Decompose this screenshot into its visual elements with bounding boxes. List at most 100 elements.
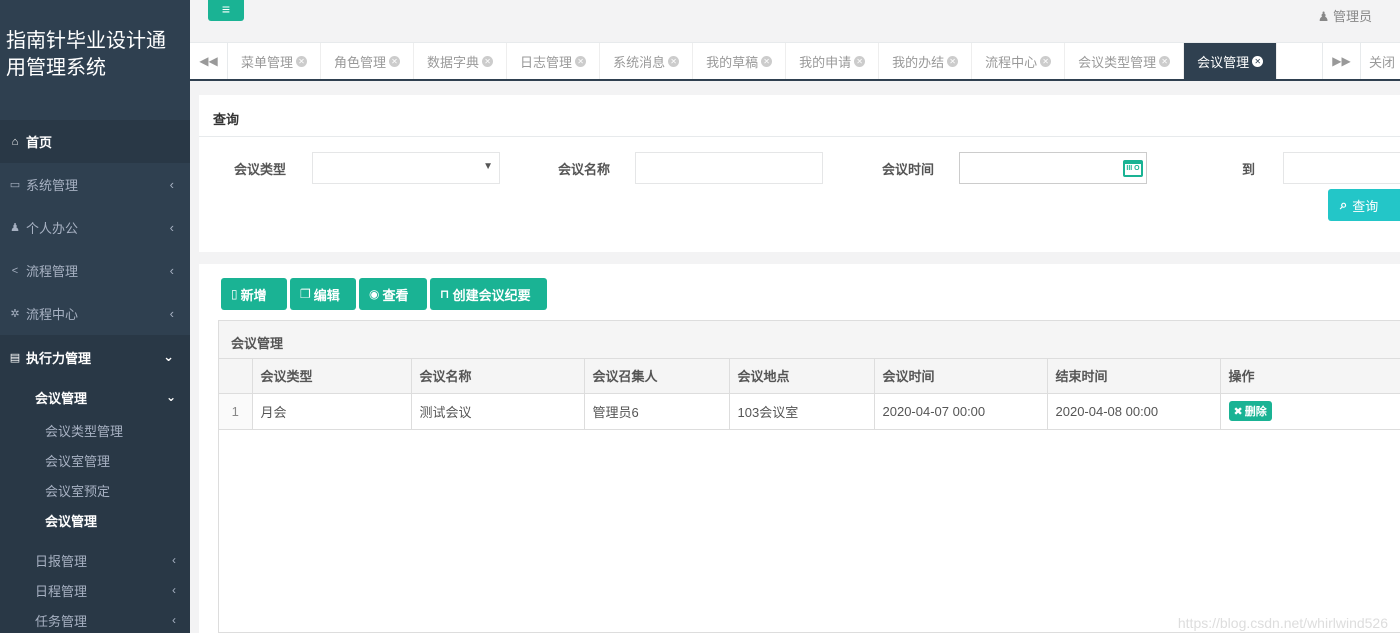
sidebar-subsub-room-booking[interactable]: 会议室预定 bbox=[0, 475, 190, 505]
double-chevron-right-icon: ▶▶ bbox=[1332, 54, 1351, 68]
sidebar-item-label: 首页 bbox=[26, 135, 53, 150]
column-header[interactable]: 会议召集人 bbox=[584, 359, 730, 394]
tab-log[interactable]: 日志管理 ✕ bbox=[507, 43, 601, 79]
column-header[interactable]: 结束时间 bbox=[1047, 359, 1221, 394]
sidebar-item-process[interactable]: < 流程管理 ‹ bbox=[0, 249, 190, 292]
sidebar-item-home[interactable]: ⌂ 首页 bbox=[0, 120, 190, 163]
to-label: 到 bbox=[1242, 162, 1256, 177]
meeting-table: 会议类型 会议名称 会议召集人 会议地点 会议时间 结束时间 操作 1 月会 测… bbox=[219, 359, 1400, 430]
close-icon[interactable]: ✕ bbox=[389, 55, 401, 67]
close-icon[interactable]: ✕ bbox=[1252, 55, 1264, 67]
tab-label: 菜单管理 bbox=[241, 54, 294, 70]
create-minutes-button[interactable]: ⊓ 创建会议纪要 bbox=[430, 278, 547, 310]
delete-button[interactable]: ✖ 删除 bbox=[1228, 401, 1272, 421]
add-button-label: 新增 bbox=[240, 287, 267, 303]
tab-scroll-right-button[interactable]: ▶▶ bbox=[1322, 43, 1360, 79]
close-icon[interactable]: ✕ bbox=[296, 55, 308, 67]
view-button-label: 查看 bbox=[382, 287, 409, 303]
sidebar-sub-schedule[interactable]: 日程管理 ‹ bbox=[0, 575, 190, 605]
close-icon[interactable]: ✕ bbox=[1159, 55, 1171, 67]
tab-close-menu[interactable]: 关闭 bbox=[1360, 43, 1400, 79]
query-button-label: 查询 bbox=[1352, 198, 1379, 214]
table-header-row: 会议类型 会议名称 会议召集人 会议地点 会议时间 结束时间 操作 bbox=[219, 359, 1400, 394]
tab-scroll-left-button[interactable]: ◀◀ bbox=[190, 43, 228, 79]
sidebar-item-execution[interactable]: ▤ 执行力管理 ⌄ bbox=[0, 335, 190, 379]
column-header[interactable]: 会议类型 bbox=[252, 359, 412, 394]
menu-toggle-button[interactable]: ≡ bbox=[208, 0, 244, 21]
gear-icon: ✲ bbox=[10, 308, 20, 320]
column-header[interactable]: 会议时间 bbox=[874, 359, 1048, 394]
sidebar-sub-label: 日报管理 bbox=[35, 553, 88, 569]
tab-dict[interactable]: 数据字典 ✕ bbox=[414, 43, 508, 79]
tab-label: 我的草稿 bbox=[706, 54, 759, 70]
tab-label: 我的申请 bbox=[799, 54, 852, 70]
tab-process-center[interactable]: 流程中心 ✕ bbox=[972, 43, 1066, 79]
sidebar-sub-meeting[interactable]: 会议管理 ⌄ bbox=[0, 379, 190, 415]
user-icon: ♟ bbox=[1317, 9, 1330, 24]
meeting-type-select[interactable]: ▼ bbox=[312, 152, 500, 184]
sidebar-item-label: 执行力管理 bbox=[26, 350, 92, 366]
tab-label: 会议管理 bbox=[1197, 54, 1250, 70]
query-button[interactable]: ⌕ 查询 bbox=[1328, 189, 1400, 221]
home-icon: ⌂ bbox=[11, 135, 19, 148]
close-icon[interactable]: ✕ bbox=[854, 55, 866, 67]
sidebar-subsub-meeting-type[interactable]: 会议类型管理 bbox=[0, 415, 190, 445]
hamburger-icon: ≡ bbox=[221, 1, 231, 17]
create-minutes-button-label: 创建会议纪要 bbox=[452, 287, 531, 303]
view-button[interactable]: ◉ 查看 bbox=[359, 278, 427, 310]
meeting-name-input[interactable] bbox=[635, 152, 823, 184]
sidebar-item-system[interactable]: ▭ 系统管理 ‹ bbox=[0, 163, 190, 206]
tab-meeting[interactable]: 会议管理 ✕ bbox=[1184, 43, 1278, 79]
calendar-icon[interactable]: III O bbox=[1123, 160, 1143, 177]
edit-button[interactable]: ❐ 编辑 bbox=[290, 278, 356, 310]
user-menu[interactable]: ♟ 管理员 bbox=[1318, 6, 1372, 25]
sidebar-sub-daily[interactable]: 日报管理 ‹ bbox=[0, 545, 190, 575]
tab-bar: ◀◀ 菜单管理 ✕ 角色管理 ✕ 数据字典 ✕ 日志管理 ✕ 系统消息 ✕ 我的草稿 ✕ 我… bbox=[190, 43, 1400, 81]
sidebar-item-label: 个人办公 bbox=[26, 221, 79, 236]
bookmark-icon: ⊓ bbox=[440, 287, 450, 301]
tab-done[interactable]: 我的办结 ✕ bbox=[879, 43, 973, 79]
double-chevron-left-icon: ◀◀ bbox=[199, 54, 218, 68]
chevron-down-icon: ⌄ bbox=[165, 390, 176, 404]
tab-role[interactable]: 角色管理 ✕ bbox=[321, 43, 415, 79]
tab-meeting-type[interactable]: 会议类型管理 ✕ bbox=[1065, 43, 1185, 79]
grid-caption: 会议管理 bbox=[219, 321, 1400, 359]
chevron-left-icon: ‹ bbox=[172, 583, 176, 597]
sidebar-sub-task[interactable]: 任务管理 ‹ bbox=[0, 605, 190, 633]
column-header[interactable]: 会议名称 bbox=[411, 359, 585, 394]
chevron-left-icon: ‹ bbox=[172, 613, 176, 627]
column-header: 操作 bbox=[1220, 359, 1400, 394]
sidebar-subsub-meeting-room[interactable]: 会议室管理 bbox=[0, 445, 190, 475]
close-icon[interactable]: ✕ bbox=[947, 55, 959, 67]
close-icon[interactable]: ✕ bbox=[482, 55, 494, 67]
close-icon[interactable]: ✕ bbox=[1040, 55, 1052, 67]
user-icon: ♟ bbox=[10, 222, 20, 234]
user-name: 管理员 bbox=[1332, 9, 1372, 24]
topbar: ≡ ♟ 管理员 bbox=[190, 0, 1400, 43]
tab-draft[interactable]: 我的草稿 ✕ bbox=[693, 43, 787, 79]
sidebar-subsub-meeting-manage[interactable]: 会议管理 bbox=[0, 505, 190, 535]
main-panel: ▯ 新增 ❐ 编辑 ◉ 查看 ⊓ 创建会议纪要 会议管理 会议类型 会议名称 会议召集人… bbox=[199, 264, 1400, 633]
add-button[interactable]: ▯ 新增 bbox=[221, 278, 287, 310]
sidebar-item-process-center[interactable]: ✲ 流程中心 ‹ bbox=[0, 292, 190, 335]
table-row[interactable]: 1 月会 测试会议 管理员6 103会议室 2020-04-07 00:00 2… bbox=[219, 393, 1400, 430]
tab-menu[interactable]: 菜单管理 ✕ bbox=[228, 43, 322, 79]
cell-start: 2020-04-07 00:00 bbox=[874, 393, 1048, 430]
copy-icon: ❐ bbox=[300, 287, 311, 301]
column-header[interactable]: 会议地点 bbox=[729, 359, 875, 394]
tab-apply[interactable]: 我的申请 ✕ bbox=[786, 43, 880, 79]
monitor-icon: ▭ bbox=[9, 179, 21, 191]
query-panel: 查询 会议类型 ▼ 会议名称 会议时间 III O 到 ⌕ 查询 bbox=[199, 95, 1400, 252]
tab-label: 流程中心 bbox=[985, 54, 1038, 70]
close-icon[interactable]: ✕ bbox=[668, 55, 680, 67]
chevron-left-icon: ‹ bbox=[172, 553, 176, 567]
meeting-time-start-input[interactable]: III O bbox=[959, 152, 1147, 184]
delete-button-label: 删除 bbox=[1244, 406, 1267, 418]
sidebar-item-office[interactable]: ♟ 个人办公 ‹ bbox=[0, 206, 190, 249]
close-icon[interactable]: ✕ bbox=[575, 55, 587, 67]
close-icon[interactable]: ✕ bbox=[761, 55, 773, 67]
chevron-left-icon: ‹ bbox=[169, 306, 174, 321]
meeting-time-end-input[interactable] bbox=[1283, 152, 1400, 184]
sidebar-item-label: 系统管理 bbox=[26, 178, 79, 193]
tab-message[interactable]: 系统消息 ✕ bbox=[600, 43, 694, 79]
